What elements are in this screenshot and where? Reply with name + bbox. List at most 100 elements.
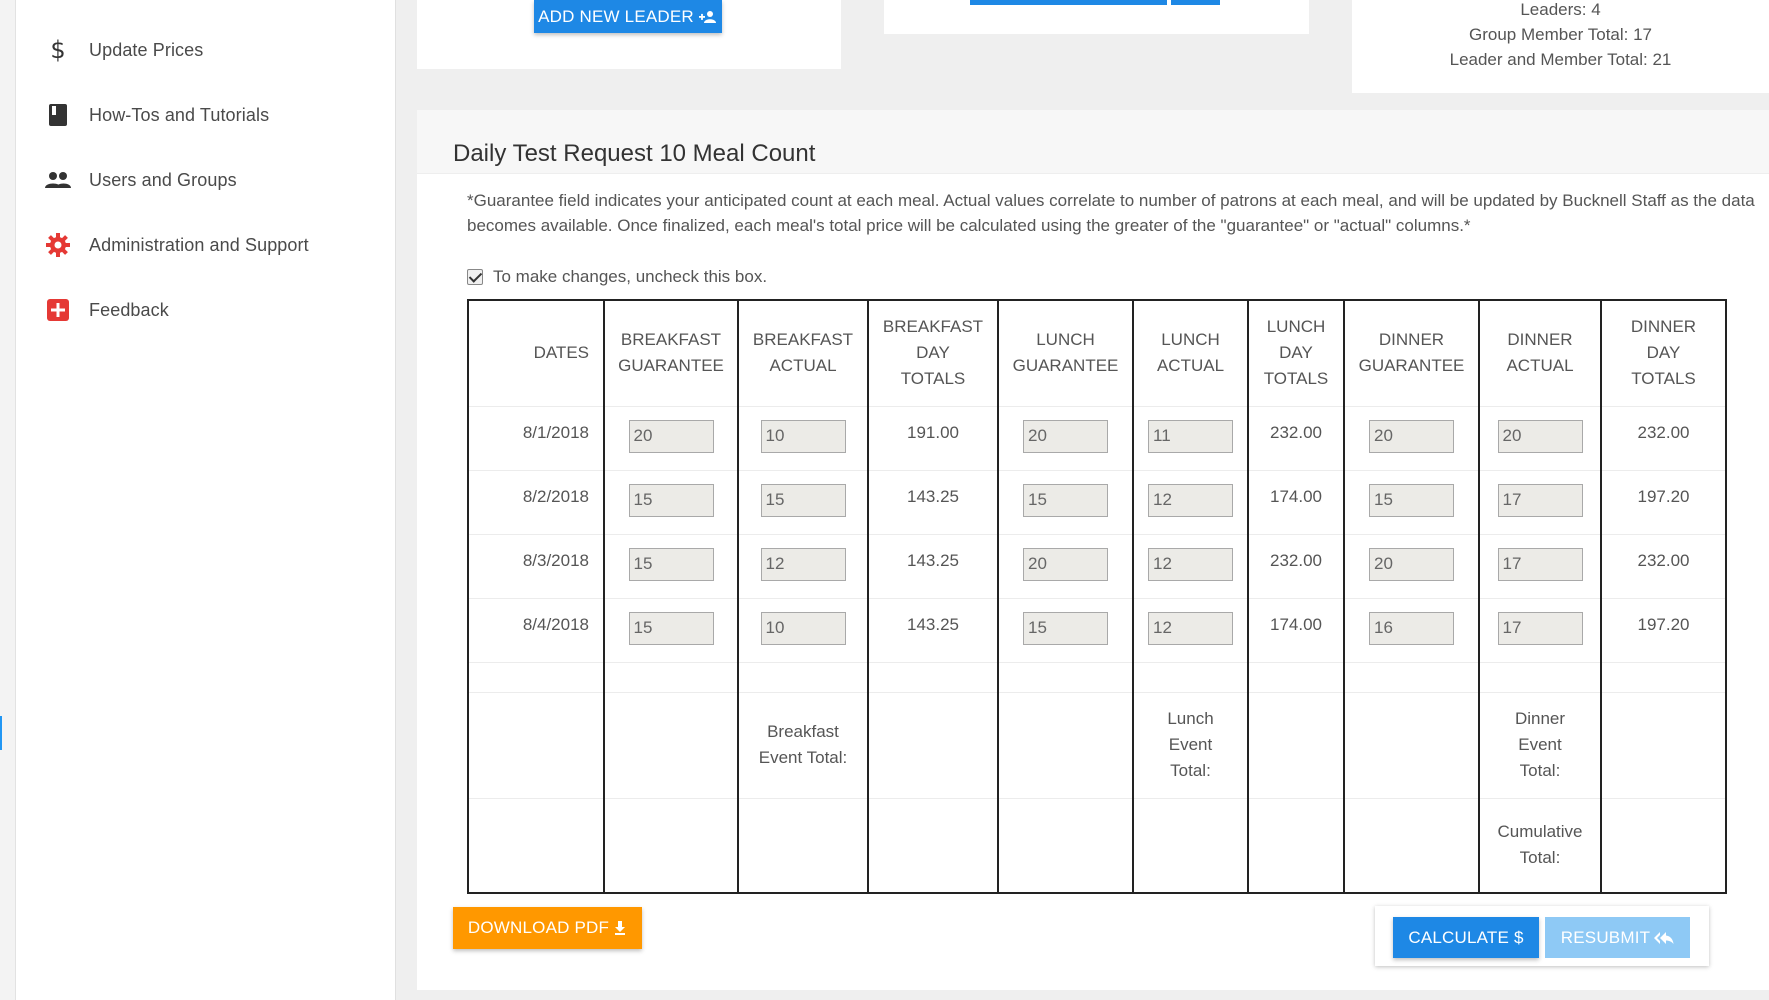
col-header-dates: DATES: [467, 300, 605, 406]
sidebar-item-label: Update Prices: [89, 39, 204, 60]
group-stats-card: Leaders: 4 Group Member Total: 17 Leader…: [1352, 0, 1769, 93]
col-header-lunch-day-totals: LUNCH DAY TOTALS: [1247, 300, 1345, 406]
lunch-guarantee-input[interactable]: [1023, 483, 1108, 517]
lunch-event-total-label: Lunch Event Total:: [1132, 691, 1249, 798]
middle-card: [884, 0, 1309, 34]
col-header-lunch-guarantee: LUNCH GUARANTEE: [997, 300, 1134, 406]
gear-icon: [44, 231, 72, 259]
dinner-actual-input[interactable]: [1497, 547, 1583, 581]
col-header-dinner-actual: DINNER ACTUAL: [1478, 300, 1602, 406]
sidebar-item-users-groups[interactable]: Users and Groups: [16, 155, 396, 205]
breakfast-guarantee-input[interactable]: [628, 611, 714, 645]
panel-title: Daily Test Request 10 Meal Count: [453, 140, 816, 167]
partial-blue-button-small[interactable]: [1171, 0, 1220, 5]
feedback-plus-icon: [44, 296, 72, 324]
sidebar-item-label: Users and Groups: [89, 169, 237, 190]
col-header-dinner-day-totals: DINNER DAY TOTALS: [1600, 300, 1727, 406]
breakfast-day-total: 191.00: [867, 405, 999, 470]
breakfast-actual-input[interactable]: [760, 611, 846, 645]
partial-blue-button[interactable]: [970, 0, 1167, 5]
book-icon: [44, 101, 72, 129]
col-header-dinner-guarantee: DINNER GUARANTEE: [1343, 300, 1480, 406]
lunch-day-total: 174.00: [1247, 469, 1345, 534]
table-spacer-row: [467, 661, 1727, 692]
dinner-guarantee-input[interactable]: [1369, 611, 1454, 645]
col-header-lunch-actual: LUNCH ACTUAL: [1132, 300, 1249, 406]
download-icon: [615, 921, 626, 935]
lunch-actual-input[interactable]: [1148, 419, 1233, 453]
row-date: 8/3/2018: [467, 533, 605, 598]
sidebar-item-label: How-Tos and Tutorials: [89, 104, 270, 125]
table-row: 8/1/2018 191.00 232.00 232.00: [467, 405, 1727, 470]
row-date: 8/2/2018: [467, 469, 605, 534]
panel-header: Daily Test Request 10 Meal Count: [417, 110, 1769, 174]
calculate-button[interactable]: CALCULATE $: [1393, 917, 1539, 958]
lunch-actual-input[interactable]: [1148, 483, 1233, 517]
group-member-total: Group Member Total: 17: [1469, 25, 1652, 44]
edit-lock-checkbox[interactable]: [467, 269, 483, 285]
table-row: 8/4/2018 143.25 174.00 197.20: [467, 597, 1727, 662]
lunch-guarantee-input[interactable]: [1023, 419, 1108, 453]
resubmit-button[interactable]: RESUBMIT: [1545, 917, 1690, 958]
sidebar: $ Update Prices How-Tos and Tutorials Us…: [16, 0, 396, 1000]
calculate-label: CALCULATE $: [1408, 927, 1524, 947]
add-new-leader-label: ADD NEW LEADER: [538, 6, 694, 26]
breakfast-day-total: 143.25: [867, 597, 999, 662]
reply-all-icon: [1654, 931, 1674, 944]
table-row: 8/2/2018 143.25 174.00 197.20: [467, 469, 1727, 534]
dinner-actual-input[interactable]: [1497, 611, 1583, 645]
lunch-guarantee-input[interactable]: [1023, 611, 1108, 645]
sidebar-item-how-tos[interactable]: How-Tos and Tutorials: [16, 90, 396, 140]
lunch-actual-input[interactable]: [1148, 547, 1233, 581]
lunch-day-total: 174.00: [1247, 597, 1345, 662]
dinner-day-total: 232.00: [1600, 533, 1727, 598]
lunch-day-total: 232.00: [1247, 405, 1345, 470]
leader-member-total: Leader and Member Total: 21: [1449, 50, 1672, 69]
add-new-leader-button[interactable]: ADD NEW LEADER: [534, 0, 722, 33]
dinner-actual-input[interactable]: [1497, 483, 1583, 517]
cumulative-total-label: Cumulative Total:: [1478, 797, 1602, 893]
breakfast-event-total-label: Breakfast Event Total:: [737, 691, 869, 798]
download-pdf-button[interactable]: DOWNLOAD PDF: [453, 907, 642, 949]
breakfast-day-total: 143.25: [867, 533, 999, 598]
lunch-day-total: 232.00: [1247, 533, 1345, 598]
guarantee-notice: *Guarantee field indicates your anticipa…: [467, 191, 1755, 235]
breakfast-guarantee-input[interactable]: [628, 483, 714, 517]
dinner-guarantee-input[interactable]: [1369, 419, 1454, 453]
breakfast-actual-input[interactable]: [760, 547, 846, 581]
dinner-day-total: 197.20: [1600, 597, 1727, 662]
row-date: 8/4/2018: [467, 597, 605, 662]
dinner-event-total-label: Dinner Event Total:: [1478, 691, 1602, 798]
breakfast-guarantee-input[interactable]: [628, 419, 714, 453]
breakfast-actual-input[interactable]: [760, 419, 846, 453]
dinner-guarantee-input[interactable]: [1369, 547, 1454, 581]
breakfast-day-total: 143.25: [867, 469, 999, 534]
resubmit-label: RESUBMIT: [1560, 927, 1651, 947]
edit-lock-checkbox-label: To make changes, uncheck this box.: [493, 267, 768, 286]
people-icon: [44, 166, 72, 194]
breakfast-actual-input[interactable]: [760, 483, 846, 517]
lunch-guarantee-input[interactable]: [1023, 547, 1108, 581]
cumulative-total-row: Cumulative Total:: [467, 797, 1727, 893]
dinner-actual-input[interactable]: [1497, 419, 1583, 453]
col-header-breakfast-day-totals: BREAKFAST DAY TOTALS: [867, 300, 999, 406]
dinner-day-total: 232.00: [1600, 405, 1727, 470]
sidebar-item-update-prices[interactable]: $ Update Prices: [16, 25, 396, 75]
lunch-actual-input[interactable]: [1148, 611, 1233, 645]
leaders-card: ADD NEW LEADER: [417, 0, 841, 69]
meal-count-table: DATES BREAKFAST GUARANTEE BREAKFAST ACTUAL…: [467, 299, 1727, 894]
sidebar-item-label: Feedback: [89, 299, 169, 320]
scroll-marker: [0, 716, 2, 750]
dinner-guarantee-input[interactable]: [1369, 483, 1454, 517]
action-button-bar: CALCULATE $ RESUBMIT: [1375, 906, 1709, 966]
breakfast-guarantee-input[interactable]: [628, 547, 714, 581]
event-total-row: Breakfast Event Total: Lunch Event Total: D…: [467, 691, 1727, 798]
edit-lock-checkbox-row[interactable]: To make changes, uncheck this box.: [467, 267, 767, 287]
download-pdf-label: DOWNLOAD PDF: [467, 918, 610, 937]
col-header-breakfast-actual: BREAKFAST ACTUAL: [737, 300, 869, 406]
sidebar-item-feedback[interactable]: Feedback: [16, 285, 396, 335]
table-row: 8/3/2018 143.25 232.00 232.00: [467, 533, 1727, 598]
sidebar-item-administration[interactable]: Administration and Support: [16, 220, 396, 270]
col-header-breakfast-guarantee: BREAKFAST GUARANTEE: [603, 300, 739, 406]
dollar-icon: $: [50, 36, 66, 64]
